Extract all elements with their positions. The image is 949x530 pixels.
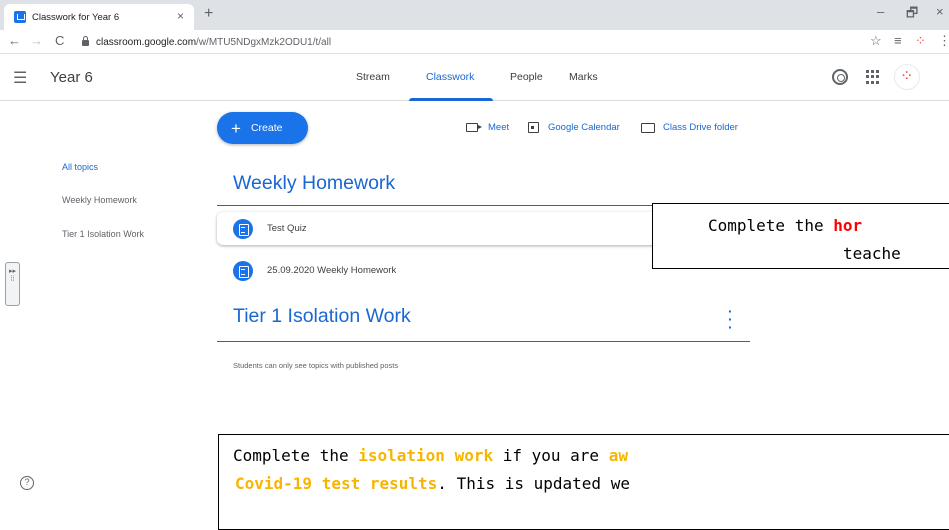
forward-arrow-icon[interactable]: → [30, 33, 43, 48]
tab-marks[interactable]: Marks [569, 71, 598, 83]
tab-stream[interactable]: Stream [356, 71, 390, 83]
address-bar-row: ← → C classroom.google.com/w/MTU5NDgxMzk… [0, 30, 949, 54]
google-calendar-label: Google Calendar [548, 122, 620, 133]
class-title[interactable]: Year 6 [50, 69, 93, 86]
reload-icon[interactable]: C [55, 33, 64, 48]
homework-callout-line2: teache [843, 244, 901, 263]
topic-tier-1-isolation-work[interactable]: Tier 1 Isolation Work [62, 229, 144, 239]
isolation-callout-line1: Complete the isolation work if you are a… [233, 446, 628, 465]
section-title-weekly-homework[interactable]: Weekly Homework [233, 172, 395, 195]
browser-menu-icon[interactable]: ⋮ [938, 33, 949, 49]
active-tab-indicator [409, 98, 493, 101]
homework-callout-line1: Complete the hor [708, 216, 863, 235]
assignment-title: Test Quiz [267, 223, 307, 234]
classroom-header: ☰ Year 6 Stream Classwork People Marks [0, 55, 949, 101]
create-button[interactable]: + Create [217, 112, 308, 144]
class-drive-folder-label: Class Drive folder [663, 122, 738, 133]
window-minimize-icon[interactable]: – [877, 4, 884, 19]
isolation-callout-box: Complete the isolation work if you are a… [218, 434, 949, 530]
video-camera-icon [466, 123, 482, 132]
meet-link[interactable]: Meet [466, 122, 509, 133]
browser-tab-title: Classwork for Year 6 [32, 11, 120, 23]
url-host: classroom.google.com [96, 36, 197, 48]
url-path: /w/MTU5NDgxMzk2ODU1/t/all [196, 36, 332, 48]
browser-tab-strip: Classwork for Year 6 × + – 🗗 × [0, 0, 949, 30]
classroom-favicon-icon [14, 11, 26, 23]
plus-icon: + [231, 118, 241, 138]
calendar-icon [528, 122, 539, 133]
topic-all-topics[interactable]: All topics [62, 162, 98, 172]
students-visibility-note: Students can only see topics with publis… [233, 361, 399, 370]
profile-icon[interactable]: ⁘ [915, 33, 926, 49]
settings-gear-icon[interactable] [832, 69, 848, 85]
help-icon[interactable]: ? [20, 476, 34, 490]
homework-callout-box: Complete the hor teache [652, 203, 949, 269]
tab-close-icon[interactable]: × [177, 9, 184, 23]
google-apps-icon[interactable] [866, 70, 880, 84]
url-bar[interactable]: classroom.google.com/w/MTU5NDgxMzk2ODU1/… [82, 33, 862, 51]
topic-weekly-homework[interactable]: Weekly Homework [62, 195, 137, 205]
bookmark-star-icon[interactable]: ☆ [870, 33, 882, 49]
covid-results-highlight: Covid-19 test results [235, 474, 438, 493]
side-panel-handle[interactable]: ▸▸ ⁞⁞ [5, 262, 20, 306]
more-options-icon[interactable]: · · · [728, 304, 733, 334]
folder-icon [641, 122, 655, 133]
hamburger-menu-icon[interactable]: ☰ [13, 68, 27, 88]
meet-link-label: Meet [488, 122, 510, 133]
assignment-title: 25.09.2020 Weekly Homework [267, 265, 397, 276]
assignment-icon [233, 218, 253, 239]
class-drive-folder-link[interactable]: Class Drive folder [641, 122, 738, 133]
back-arrow-icon[interactable]: ← [8, 33, 21, 48]
window-maximize-icon[interactable]: 🗗 [906, 4, 918, 26]
assignment-icon [233, 260, 253, 281]
tab-people[interactable]: People [510, 71, 543, 83]
google-calendar-link[interactable]: Google Calendar [528, 122, 620, 133]
isolation-work-highlight: isolation work [358, 446, 494, 465]
homework-highlight: hor [833, 216, 863, 235]
window-close-icon[interactable]: × [936, 4, 944, 19]
lock-icon [82, 36, 89, 46]
awaiting-highlight: aw [608, 446, 628, 465]
section-title-tier-1-isolation-work[interactable]: Tier 1 Isolation Work [233, 305, 411, 328]
tab-classwork[interactable]: Classwork [426, 71, 474, 83]
create-button-label: Create [250, 122, 283, 134]
section-divider [217, 341, 750, 342]
browser-tab[interactable]: Classwork for Year 6 × [4, 4, 194, 30]
new-tab-icon[interactable]: + [204, 5, 213, 23]
isolation-callout-line2: Covid-19 test results. This is updated w… [235, 474, 630, 493]
account-avatar[interactable] [894, 64, 920, 90]
reading-list-icon[interactable]: ≡ [894, 33, 902, 48]
